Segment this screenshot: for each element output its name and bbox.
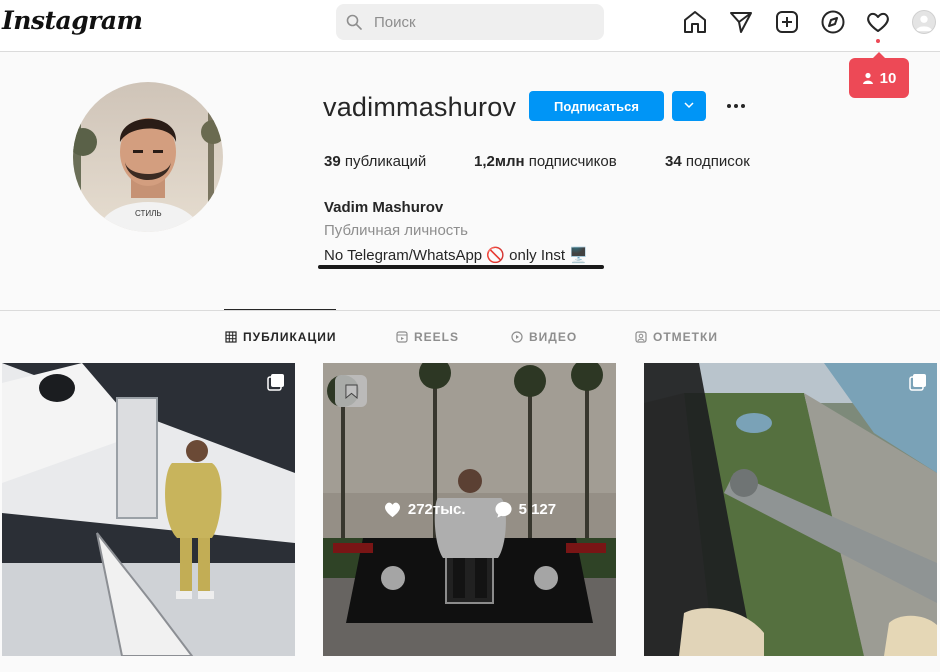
chevron-down-icon: [684, 101, 694, 108]
follower-notification-badge[interactable]: 10: [849, 52, 909, 98]
post-hover-overlay: 272тыс. 5 127: [323, 363, 616, 656]
activity-icon[interactable]: [865, 9, 891, 35]
profile-avatar[interactable]: СТИЛЬ: [73, 82, 223, 232]
multiple-photos-icon: [909, 374, 926, 391]
post-tile[interactable]: 272тыс. 5 127: [323, 363, 616, 656]
likes-count: 272тыс.: [383, 500, 466, 519]
new-post-icon[interactable]: [774, 9, 800, 35]
profile-full-name: Vadim Mashurov: [324, 199, 444, 216]
notification-count: 10: [879, 69, 897, 87]
active-tab-indicator: [224, 309, 336, 310]
profile-bio: No Telegram/WhatsApp 🚫 only Inst 🖥️: [324, 247, 588, 264]
profile-avatar-icon[interactable]: [912, 10, 936, 34]
direct-icon[interactable]: [728, 9, 754, 35]
tab-reels[interactable]: REELS: [396, 330, 459, 344]
post-image: [2, 363, 295, 656]
posts-count-stat: 39 публикаций: [324, 153, 427, 170]
tagged-icon: [635, 331, 647, 343]
home-icon[interactable]: [682, 9, 708, 35]
annotation-underline: [318, 265, 604, 269]
profile-category: Публичная личность: [324, 222, 468, 239]
tab-video[interactable]: ВИДЕО: [511, 330, 577, 344]
search-box[interactable]: [336, 4, 604, 40]
followers-count-stat[interactable]: 1,2млн подписчиков: [474, 153, 617, 170]
profile-username: vadimmashurov: [323, 92, 517, 122]
post-image: [644, 363, 937, 656]
more-options-icon[interactable]: [722, 93, 750, 119]
multiple-photos-icon: [267, 374, 284, 391]
reels-icon: [396, 331, 408, 343]
comments-count: 5 127: [494, 500, 556, 519]
suggested-accounts-button[interactable]: [672, 91, 706, 121]
instagram-logo[interactable]: Instagram: [2, 6, 143, 35]
search-icon: [346, 14, 362, 30]
top-nav-bar: Instagram: [0, 0, 940, 52]
tab-tagged[interactable]: ОТМЕТКИ: [635, 330, 718, 344]
post-tile[interactable]: [2, 363, 295, 656]
svg-text:СТИЛЬ: СТИЛЬ: [135, 209, 162, 218]
following-count-stat[interactable]: 34 подписок: [665, 153, 750, 170]
activity-indicator-dot: [876, 39, 880, 43]
person-icon: [862, 72, 873, 84]
grid-icon: [225, 331, 237, 343]
comment-icon: [495, 501, 512, 518]
tabs-divider: [0, 310, 940, 311]
tab-posts[interactable]: ПУБЛИКАЦИИ: [225, 330, 336, 344]
explore-icon[interactable]: [820, 9, 846, 35]
follow-button[interactable]: Подписаться: [529, 91, 664, 121]
post-tile[interactable]: [644, 363, 937, 656]
search-input[interactable]: [374, 13, 574, 31]
heart-icon: [384, 502, 400, 518]
video-icon: [511, 331, 523, 343]
